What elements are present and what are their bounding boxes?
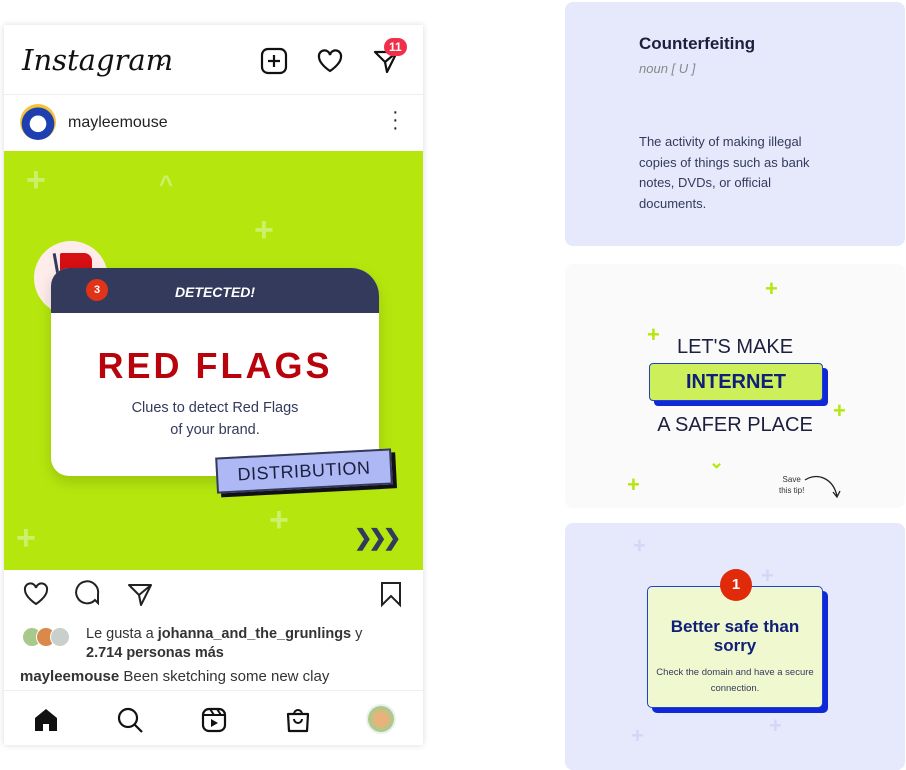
- caption-text: Been sketching some new clay: [123, 668, 330, 685]
- term: Counterfeiting: [639, 34, 756, 53]
- bottom-nav: [4, 690, 423, 745]
- save-text: Save: [782, 475, 801, 484]
- plus-decoration: +: [16, 519, 36, 557]
- subtitle: Clues to detect Red Flags: [131, 400, 299, 416]
- home-icon[interactable]: [32, 706, 60, 734]
- likes-count[interactable]: 2.714 personas más: [86, 645, 224, 661]
- chevron-decoration: ^: [159, 171, 174, 198]
- tip-title: Better safe than sorry: [670, 617, 800, 655]
- plus-decoration: +: [631, 723, 644, 748]
- profile-avatar[interactable]: [366, 704, 396, 734]
- shop-icon[interactable]: [284, 706, 312, 734]
- comment-icon[interactable]: [74, 580, 102, 608]
- curved-arrow-icon: [804, 475, 841, 499]
- avatar[interactable]: [20, 104, 56, 140]
- likes-prefix: Le gusta a: [86, 626, 154, 642]
- save-text: this tip!: [779, 486, 805, 495]
- share-icon[interactable]: [126, 580, 154, 608]
- plus-decoration: +: [254, 211, 274, 249]
- bookmark-icon[interactable]: [378, 580, 404, 608]
- definition-card: Counterfeiting noun [ U ] The activity o…: [565, 2, 905, 246]
- post-header: mayleemouse · · ·: [4, 95, 423, 150]
- plus-decoration: +: [633, 533, 646, 558]
- tip-body: Check the domain and have a secure conne…: [656, 667, 814, 694]
- instagram-logo[interactable]: Instagram: [22, 43, 173, 77]
- headline-line3: A SAFER PLACE: [657, 414, 813, 436]
- likes-and: y: [355, 626, 363, 642]
- post-image[interactable]: + + + + ^ DETECTED! RED FLAGS Clues to d…: [4, 151, 423, 570]
- liker-username[interactable]: johanna_and_the_grunlings: [158, 626, 351, 642]
- message-badge: 11: [384, 38, 407, 56]
- red-flags-title: RED FLAGS: [97, 345, 333, 386]
- reels-icon[interactable]: [200, 706, 228, 734]
- more-options-icon[interactable]: · · ·: [392, 102, 399, 138]
- post-actions: [4, 580, 423, 615]
- subtitle: of your brand.: [170, 422, 260, 438]
- part-of-speech: noun [ U ]: [639, 61, 696, 76]
- plus-decoration: +: [765, 276, 778, 301]
- save-tip: Save this tip!: [779, 474, 804, 496]
- app-header: Instagram ⌄ 11: [4, 25, 423, 95]
- headline-highlight: INTERNET: [649, 363, 823, 401]
- tip-card: + + + + Better safe than sorry Check the…: [565, 523, 905, 770]
- caption: mayleemouse Been sketching some new clay: [20, 668, 329, 685]
- instagram-phone: Instagram ⌄ 11 mayleemouse · · · + + + + ^…: [4, 25, 423, 745]
- heart-icon[interactable]: [316, 47, 344, 75]
- plus-decoration: +: [627, 472, 640, 497]
- plus-decoration: +: [26, 161, 46, 199]
- like-icon[interactable]: [22, 580, 50, 608]
- chevron-down-icon[interactable]: ⌄: [156, 53, 168, 70]
- distribution-tag: DISTRIBUTION: [215, 448, 393, 494]
- safer-internet-card: + + + + ⌄ LET'S MAKE INTERNET A SAFER PL…: [565, 264, 905, 508]
- plus-decoration: +: [269, 501, 289, 539]
- plus-decoration: +: [769, 713, 782, 738]
- caption-username[interactable]: mayleemouse: [20, 668, 119, 685]
- tip-box: Better safe than sorry Check the domain …: [647, 586, 823, 708]
- next-arrows-icon: ❯❯❯: [354, 525, 401, 550]
- new-post-icon[interactable]: [260, 47, 288, 75]
- flag-count-badge: 3: [86, 279, 108, 301]
- definition: The activity of making illegal copies of…: [639, 134, 810, 211]
- liker-avatar: [50, 627, 70, 647]
- tip-number-badge: 1: [720, 569, 752, 601]
- chevron-decoration: ⌄: [709, 452, 725, 472]
- search-icon[interactable]: [116, 706, 144, 734]
- headline-line1: LET'S MAKE: [676, 336, 794, 358]
- post-username[interactable]: mayleemouse: [68, 114, 168, 132]
